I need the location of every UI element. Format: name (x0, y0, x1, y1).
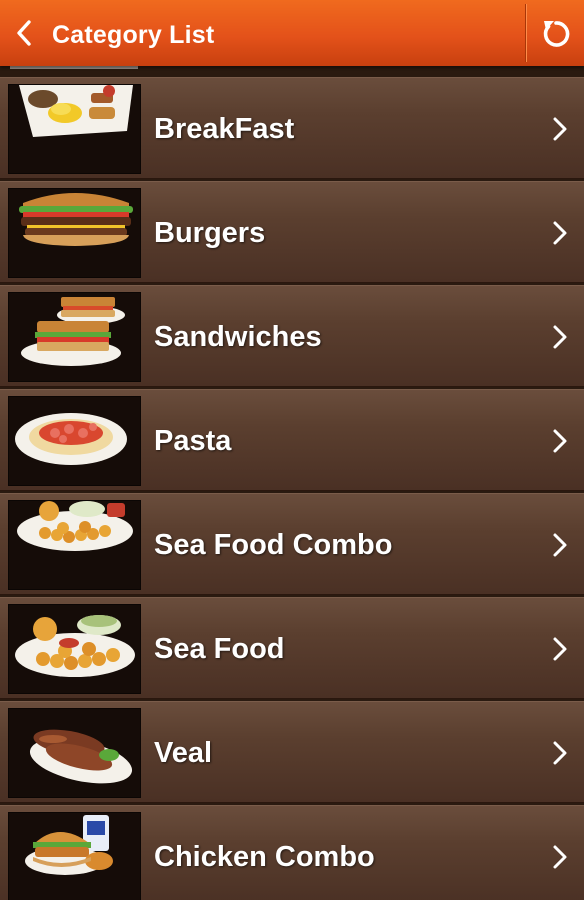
back-button[interactable] (0, 0, 48, 66)
category-thumbnail (8, 292, 141, 382)
category-label: Burgers (154, 217, 266, 249)
category-thumbnail (8, 500, 141, 590)
category-thumbnail (8, 188, 141, 278)
chevron-right-icon (548, 78, 572, 180)
category-thumbnail (8, 84, 141, 174)
seafood-image (9, 605, 140, 693)
category-thumbnail (8, 812, 141, 900)
category-label: Chicken Combo (154, 841, 375, 873)
category-row-sea-food[interactable]: Sea Food (0, 597, 584, 699)
chevron-right-icon (548, 806, 572, 900)
chevron-right-icon (548, 702, 572, 804)
chicken-combo-image (9, 813, 140, 900)
category-row-burgers[interactable]: Burgers (0, 181, 584, 283)
category-label: BreakFast (154, 113, 295, 145)
category-label: Pasta (154, 425, 232, 457)
app-screen: Category List BreakFast Burgers Sandwich… (0, 0, 584, 900)
category-row-pasta[interactable]: Pasta (0, 389, 584, 491)
burger-image (9, 189, 140, 277)
category-row-veal[interactable]: Veal (0, 701, 584, 803)
category-thumbnail (8, 604, 141, 694)
category-label: Sandwiches (154, 321, 322, 353)
page-title: Category List (52, 21, 215, 49)
refresh-button[interactable] (527, 0, 584, 66)
scroll-indicator (10, 66, 138, 69)
chevron-right-icon (548, 390, 572, 492)
divider (525, 4, 526, 62)
chevron-right-icon (548, 598, 572, 700)
chevron-right-icon (548, 286, 572, 388)
pasta-image (9, 397, 140, 485)
category-row-sea-food-combo[interactable]: Sea Food Combo (0, 493, 584, 595)
category-row-sandwiches[interactable]: Sandwiches (0, 285, 584, 387)
category-label: Veal (154, 737, 213, 769)
breakfast-plate-image (9, 85, 140, 173)
chevron-right-icon (548, 494, 572, 596)
category-list[interactable]: BreakFast Burgers Sandwiches Pasta Sea F… (0, 66, 584, 900)
seafood-combo-image (9, 501, 140, 589)
refresh-icon (543, 21, 569, 47)
category-label: Sea Food Combo (154, 529, 393, 561)
action-bar: Category List (0, 0, 584, 66)
chevron-right-icon (548, 182, 572, 284)
category-label: Sea Food (154, 633, 285, 665)
sandwich-image (9, 293, 140, 381)
category-row-chicken-combo[interactable]: Chicken Combo (0, 805, 584, 900)
category-row-breakfast[interactable]: BreakFast (0, 77, 584, 179)
category-thumbnail (8, 396, 141, 486)
veal-image (9, 709, 140, 797)
category-thumbnail (8, 708, 141, 798)
chevron-left-icon (17, 20, 31, 46)
